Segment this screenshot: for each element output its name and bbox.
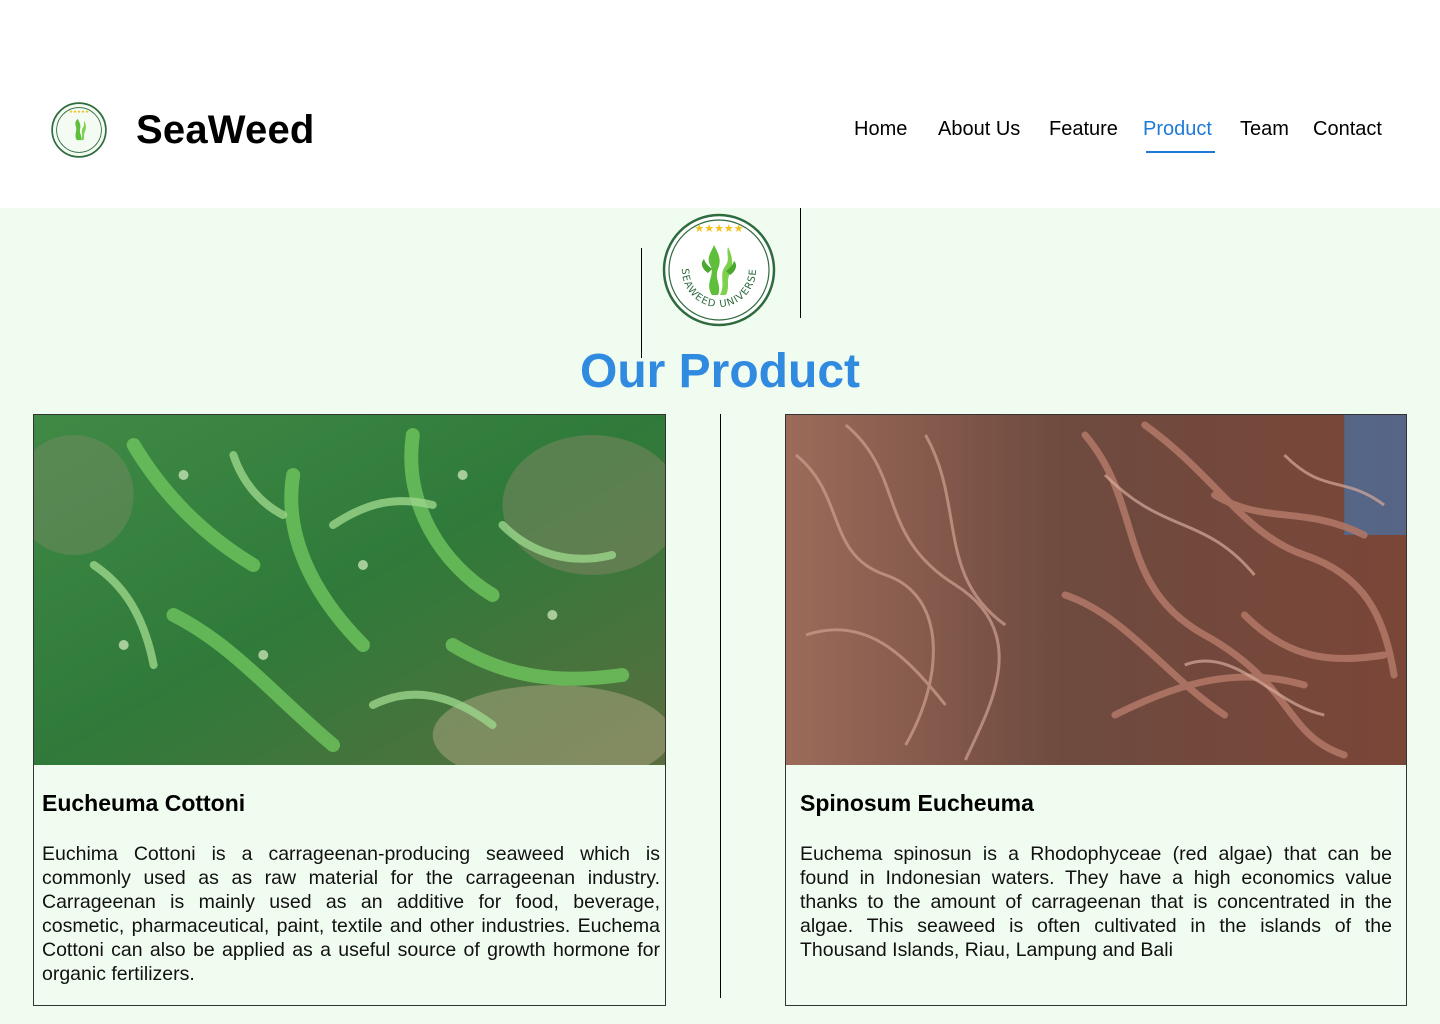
product-description: Euchema spinosun is a Rhodophyceae (red …: [800, 843, 1392, 961]
product-description: Euchima Cottoni is a carrageenan-produci…: [42, 843, 660, 985]
nav-active-underline: [1146, 151, 1215, 153]
svg-text:★★★★★: ★★★★★: [69, 109, 89, 115]
nav-contact[interactable]: Contact: [1313, 118, 1382, 141]
seaweed-universe-emblem-icon: ★★★★★ SEAWEED UNIVERSE: [662, 213, 776, 327]
section-title: Our Product: [579, 345, 860, 398]
logo-stars: ★★★★★: [694, 222, 743, 235]
nav-team[interactable]: Team: [1240, 118, 1289, 141]
divider-line: [800, 208, 801, 318]
nav-feature[interactable]: Feature: [1049, 118, 1118, 141]
nav-product[interactable]: Product: [1143, 118, 1212, 141]
product-title: Eucheuma Cottoni: [42, 790, 246, 816]
divider-line: [720, 414, 721, 998]
red-seaweed-photo: [786, 415, 1406, 765]
product-card[interactable]: Spinosum Eucheuma Euchema spinosun is a …: [785, 414, 1407, 1006]
divider-line: [641, 248, 642, 358]
site-header: ★★★★★ SeaWeed Home About Us Feature Prod…: [0, 0, 1440, 208]
nav-about-us[interactable]: About Us: [938, 118, 1020, 141]
product-card[interactable]: Eucheuma Cottoni Euchima Cottoni is a ca…: [33, 414, 666, 1006]
green-seaweed-photo: [34, 415, 665, 765]
main-nav: Home About Us Feature Product Team Conta…: [0, 118, 1440, 158]
product-title: Spinosum Eucheuma: [800, 790, 1034, 816]
nav-home[interactable]: Home: [854, 118, 907, 141]
